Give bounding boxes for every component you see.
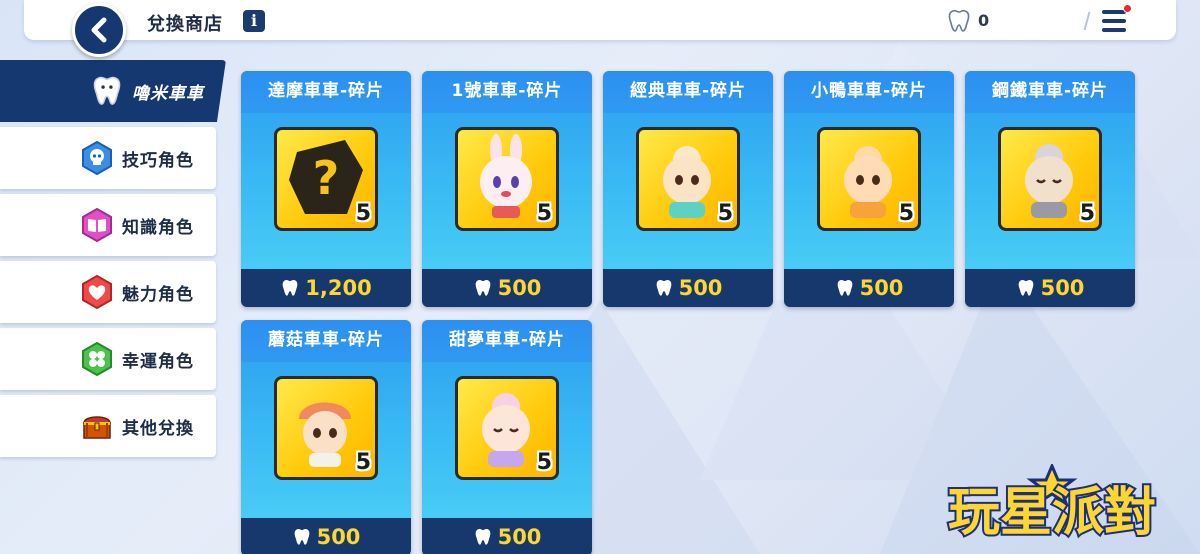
menu-line <box>1102 28 1126 32</box>
sidebar-item-label: 魅力角色 <box>122 284 194 305</box>
shop-item-card[interactable]: 1號車車-碎片 5 500 <box>422 71 592 307</box>
item-price: 500 <box>859 276 904 300</box>
shop-item-card[interactable]: 蘑菇車車-碎片 5 500 <box>241 320 411 554</box>
logo-text: 玩星派對 <box>948 483 1156 543</box>
item-price: 1,200 <box>305 276 372 300</box>
notification-dot <box>1123 4 1132 13</box>
price-bar: 500 <box>784 269 954 307</box>
clover-hexagon-icon <box>82 342 112 376</box>
price-bar: 500 <box>603 269 773 307</box>
sidebar-item-label: 其他兌換 <box>122 418 194 439</box>
item-image: 5 <box>455 376 559 480</box>
menu-line <box>1102 10 1126 14</box>
price-bar: 500 <box>422 518 592 554</box>
sidebar-item-luck-characters[interactable]: 幸運角色 <box>0 328 216 390</box>
tooth-icon <box>656 280 671 296</box>
item-price: 500 <box>497 276 542 300</box>
tooth-icon <box>294 529 309 545</box>
item-quantity: 5 <box>355 201 371 226</box>
item-quantity: 5 <box>717 201 733 226</box>
treasure-chest-icon <box>83 416 111 439</box>
item-price: 500 <box>497 525 542 549</box>
sidebar-item-skill-characters[interactable]: 技巧角色 <box>0 127 216 189</box>
shop-item-card[interactable]: 甜夢車車-碎片 5 500 <box>422 320 592 554</box>
svg-text:?: ? <box>313 151 340 205</box>
shop-item-card[interactable]: 小鴨車車-碎片 5 500 <box>784 71 954 307</box>
heart-hexagon-icon <box>82 275 112 309</box>
tooth-icon <box>475 280 490 296</box>
item-name: 經典車車-碎片 <box>603 71 773 113</box>
shop-item-card[interactable]: 達摩車車-碎片 ? 5 1,200 <box>241 71 411 307</box>
item-quantity: 5 <box>355 450 371 475</box>
item-name: 甜夢車車-碎片 <box>422 320 592 362</box>
shop-item-card[interactable]: 鋼鐵車車-碎片 5 500 <box>965 71 1135 307</box>
item-name: 蘑菇車車-碎片 <box>241 320 411 362</box>
tooth-icon <box>282 280 298 296</box>
book-hexagon-icon <box>82 208 112 242</box>
item-price: 500 <box>1040 276 1085 300</box>
item-image: 5 <box>636 127 740 231</box>
item-price: 500 <box>678 276 723 300</box>
item-price: 500 <box>316 525 361 549</box>
back-button[interactable] <box>72 3 126 57</box>
item-quantity: 5 <box>536 201 552 226</box>
price-bar: 500 <box>965 269 1135 307</box>
shop-item-card[interactable]: 經典車車-碎片 5 500 <box>603 71 773 307</box>
item-quantity: 5 <box>898 201 914 226</box>
tooth-icon <box>837 280 852 296</box>
price-bar: 500 <box>241 518 411 554</box>
item-quantity: 5 <box>1079 201 1095 226</box>
menu-line <box>1102 19 1126 23</box>
sidebar-item-label: 嚕米車車 <box>132 83 204 104</box>
sidebar-item-label: 技巧角色 <box>122 150 194 171</box>
item-name: 小鴨車車-碎片 <box>784 71 954 113</box>
price-bar: 1,200 <box>241 269 411 307</box>
sidebar-item-label: 幸運角色 <box>122 351 194 372</box>
item-name: 鋼鐵車車-碎片 <box>965 71 1135 113</box>
game-logo: 玩星派對 <box>946 464 1158 544</box>
info-button[interactable]: i <box>243 10 265 32</box>
chevron-left-icon <box>91 17 107 43</box>
item-image: ? 5 <box>274 127 378 231</box>
sidebar-item-other-exchange[interactable]: 其他兌換 <box>0 395 216 457</box>
sidebar-item-label: 知識角色 <box>122 217 194 238</box>
currency-value: 0 <box>978 11 990 30</box>
tooth-icon <box>93 76 121 105</box>
item-name: 達摩車車-碎片 <box>241 71 411 113</box>
item-image: 5 <box>817 127 921 231</box>
page-title: 兌換商店 <box>147 14 223 35</box>
price-bar: 500 <box>422 269 592 307</box>
item-image: 5 <box>455 127 559 231</box>
item-image: 5 <box>274 376 378 480</box>
tooth-icon <box>475 529 490 545</box>
skull-hexagon-icon <box>82 141 112 175</box>
sidebar-item-lumi-cars[interactable]: 嚕米車車 <box>0 60 226 122</box>
item-name: 1號車車-碎片 <box>422 71 592 113</box>
tooth-icon <box>1018 280 1033 296</box>
tooth-icon <box>948 9 970 32</box>
item-image: 5 <box>998 127 1102 231</box>
item-quantity: 5 <box>536 450 552 475</box>
sidebar-item-charm-characters[interactable]: 魅力角色 <box>0 261 216 323</box>
sidebar-item-knowledge-characters[interactable]: 知識角色 <box>0 194 216 256</box>
